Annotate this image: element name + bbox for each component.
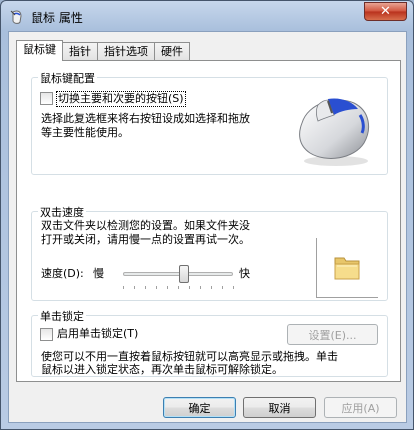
button-config-description-line1: 选择此复选框来将右按钮设成如选择和拖放 <box>41 112 250 125</box>
tab-hardware[interactable]: 硬件 <box>154 42 190 61</box>
close-icon: ✕ <box>380 4 391 19</box>
close-button[interactable]: ✕ <box>364 2 407 21</box>
speed-slider-tick <box>145 286 146 289</box>
speed-fast-label: 快 <box>239 267 250 280</box>
test-folder-area[interactable] <box>316 238 378 298</box>
speed-label: 速度(D): <box>41 267 84 280</box>
click-lock-title: 单击锁定 <box>38 308 86 324</box>
speed-slider-tick <box>211 286 212 289</box>
mouse-properties-window: 鼠标 属性 ✕ 鼠标键 指针 指针选项 硬件 鼠标键配置 切换主要和次要的按钮(… <box>0 0 414 430</box>
folder-icon[interactable] <box>331 252 363 284</box>
button-config-title: 鼠标键配置 <box>38 70 97 86</box>
button-config-description-line2: 等主要性能使用。 <box>41 126 129 139</box>
speed-slider-tick <box>222 286 223 289</box>
click-lock-description-line2: 鼠标以进入锁定状态，再次单击鼠标可解除锁定。 <box>41 363 283 376</box>
swap-buttons-checkbox[interactable] <box>40 92 53 105</box>
speed-slider-tick <box>178 286 179 289</box>
cancel-button[interactable]: 取消 <box>243 397 316 418</box>
enable-click-lock-checkbox[interactable] <box>40 328 53 341</box>
apply-button[interactable]: 应用(A) <box>324 397 397 418</box>
speed-slow-label: 慢 <box>93 267 104 280</box>
title-bar[interactable]: 鼠标 属性 ✕ <box>1 1 413 31</box>
window-title: 鼠标 属性 <box>31 11 83 25</box>
tab-panel-buttons: 鼠标键配置 切换主要和次要的按钮(S) 选择此复选框来将右按钮设成如选择和拖放 … <box>16 60 401 382</box>
speed-slider-tick <box>200 286 201 289</box>
speed-slider-tick <box>156 286 157 289</box>
speed-slider-tick <box>233 286 234 289</box>
click-lock-settings-button[interactable]: 设置(E)... <box>287 324 378 345</box>
swap-buttons-label[interactable]: 切换主要和次要的按钮(S) <box>56 91 186 107</box>
double-click-description-line1: 双击文件夹以检测您的设置。如果文件夹没 <box>41 219 250 232</box>
mouse-illustration <box>299 98 370 166</box>
speed-slider-tick <box>167 286 168 289</box>
dialog-client: 鼠标键 指针 指针选项 硬件 鼠标键配置 切换主要和次要的按钮(S) 选择此复选… <box>8 31 407 423</box>
tab-pointer-options[interactable]: 指针选项 <box>97 42 155 61</box>
tab-strip: 鼠标键 指针 指针选项 硬件 <box>16 40 190 61</box>
tab-buttons[interactable]: 鼠标键 <box>16 40 63 61</box>
speed-slider-tick <box>134 286 135 289</box>
double-click-title: 双击速度 <box>38 204 86 220</box>
enable-click-lock-label[interactable]: 启用单击锁定(T) <box>57 327 138 341</box>
speed-slider-thumb[interactable] <box>178 265 189 283</box>
speed-slider-tick <box>189 286 190 289</box>
speed-slider-tick <box>123 286 124 289</box>
mouse-app-icon <box>10 10 22 24</box>
ok-button[interactable]: 确定 <box>163 397 236 418</box>
click-lock-description-line1: 使您可以不用一直按着鼠标按钮就可以高亮显示或拖拽。单击 <box>41 350 338 363</box>
double-click-description-line2: 打开或关闭，请用慢一点的设置再试一次。 <box>41 233 250 246</box>
tab-pointers[interactable]: 指针 <box>62 42 98 61</box>
